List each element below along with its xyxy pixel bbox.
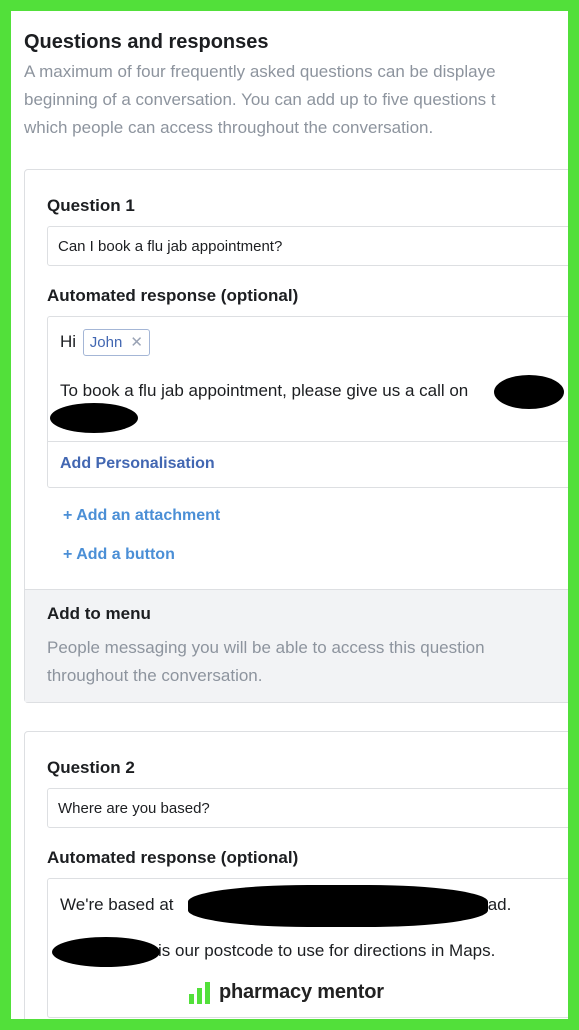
response-2-line1-start: We're based at — [60, 895, 174, 914]
add-personalisation-link[interactable]: Add Personalisation — [60, 455, 215, 473]
description-line: A maximum of four frequently asked quest… — [24, 62, 496, 81]
redaction-mark — [50, 403, 138, 433]
redaction-mark — [52, 937, 160, 967]
section-description: A maximum of four frequently asked quest… — [24, 58, 568, 142]
add-to-menu-description: People messaging you will be able to acc… — [47, 638, 485, 685]
question-1-input[interactable] — [47, 226, 568, 266]
close-icon[interactable]: ✕ — [130, 334, 143, 351]
response-1-text: To book a flu jab appointment, please gi… — [60, 381, 469, 400]
response-2-line2: is our postcode to use for directions in… — [158, 941, 496, 960]
question-card-1: Question 1 Automated response (optional)… — [24, 169, 568, 703]
redaction-mark — [494, 375, 564, 409]
brand-watermark: pharmacy mentor — [189, 981, 384, 1004]
screenshot-frame: Questions and responses A maximum of fou… — [11, 11, 568, 1019]
response-1-label: Automated response (optional) — [47, 286, 299, 305]
response-2-label: Automated response (optional) — [47, 848, 299, 867]
brand-name: pharmacy mentor — [219, 981, 384, 1003]
response-greeting-line: Hi John ✕ — [60, 329, 150, 356]
chip-label: John — [89, 334, 123, 351]
bar-chart-logo-icon — [189, 981, 210, 1004]
add-button-link[interactable]: + Add a button — [63, 546, 175, 564]
add-attachment-link[interactable]: + Add an attachment — [63, 507, 220, 525]
question-card-2: Question 2 Automated response (optional)… — [24, 731, 568, 1019]
redaction-mark — [188, 885, 488, 927]
question-2-label: Question 2 — [47, 758, 135, 777]
add-to-menu-title: Add to menu — [47, 604, 151, 623]
personalisation-bar: Add Personalisation — [48, 441, 568, 487]
section-title: Questions and responses — [24, 31, 269, 53]
question-1-label: Question 1 — [47, 196, 135, 215]
question-2-input[interactable] — [47, 788, 568, 828]
personalisation-chip[interactable]: John ✕ — [82, 329, 150, 356]
greeting-text: Hi — [60, 331, 77, 351]
description-line: beginning of a conversation. You can add… — [24, 90, 496, 109]
response-1-editor[interactable]: Hi John ✕ To book a flu jab appointment, … — [47, 316, 568, 488]
description-line: which people can access throughout the c… — [24, 118, 434, 137]
add-to-menu-panel[interactable]: Add to menu People messaging you will be… — [25, 589, 568, 702]
